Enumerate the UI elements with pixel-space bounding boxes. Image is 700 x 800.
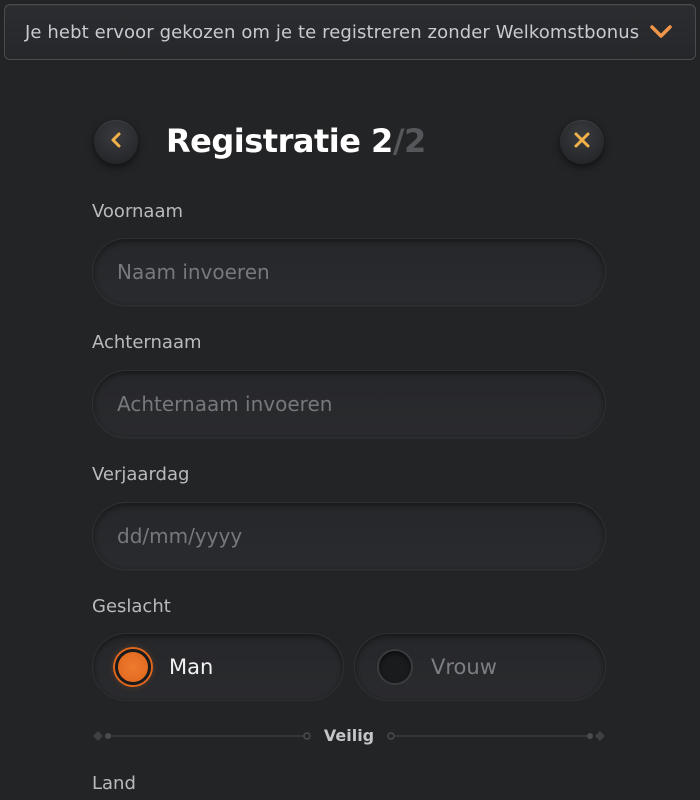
close-icon — [572, 130, 592, 154]
radio-unchecked-icon[interactable] — [377, 649, 413, 685]
country-label: Land — [92, 773, 136, 794]
last-name-input[interactable] — [117, 392, 605, 416]
birthday-label: Verjaardag — [92, 464, 190, 485]
gender-option-man[interactable]: Man — [92, 633, 344, 701]
gender-option-label: Vrouw — [431, 655, 497, 679]
gender-label: Geslacht — [92, 596, 171, 617]
radio-checked-icon[interactable] — [115, 649, 151, 685]
welcome-bonus-banner[interactable]: Je hebt ervoor gekozen om je te registre… — [4, 4, 696, 60]
first-name-label: Voornaam — [92, 201, 184, 222]
last-name-label: Achternaam — [92, 332, 202, 353]
chevron-left-icon — [108, 131, 124, 153]
birthday-field[interactable] — [92, 502, 606, 570]
registration-header: Registratie 2/2 — [92, 118, 606, 170]
last-name-field[interactable] — [92, 370, 606, 438]
banner-text: Je hebt ervoor gekozen om je te registre… — [25, 21, 640, 43]
close-button[interactable] — [560, 120, 604, 164]
chevron-down-icon[interactable] — [649, 24, 673, 40]
secure-label: Veilig — [323, 726, 375, 745]
step-total: /2 — [392, 122, 426, 160]
secure-divider: Veilig — [92, 724, 606, 748]
birthday-input[interactable] — [117, 524, 605, 548]
gender-option-vrouw[interactable]: Vrouw — [354, 633, 606, 701]
first-name-field[interactable] — [92, 238, 606, 306]
back-button[interactable] — [94, 120, 138, 164]
first-name-input[interactable] — [117, 260, 605, 284]
page-title: Registratie 2/2 — [166, 122, 426, 160]
gender-option-label: Man — [169, 655, 214, 679]
